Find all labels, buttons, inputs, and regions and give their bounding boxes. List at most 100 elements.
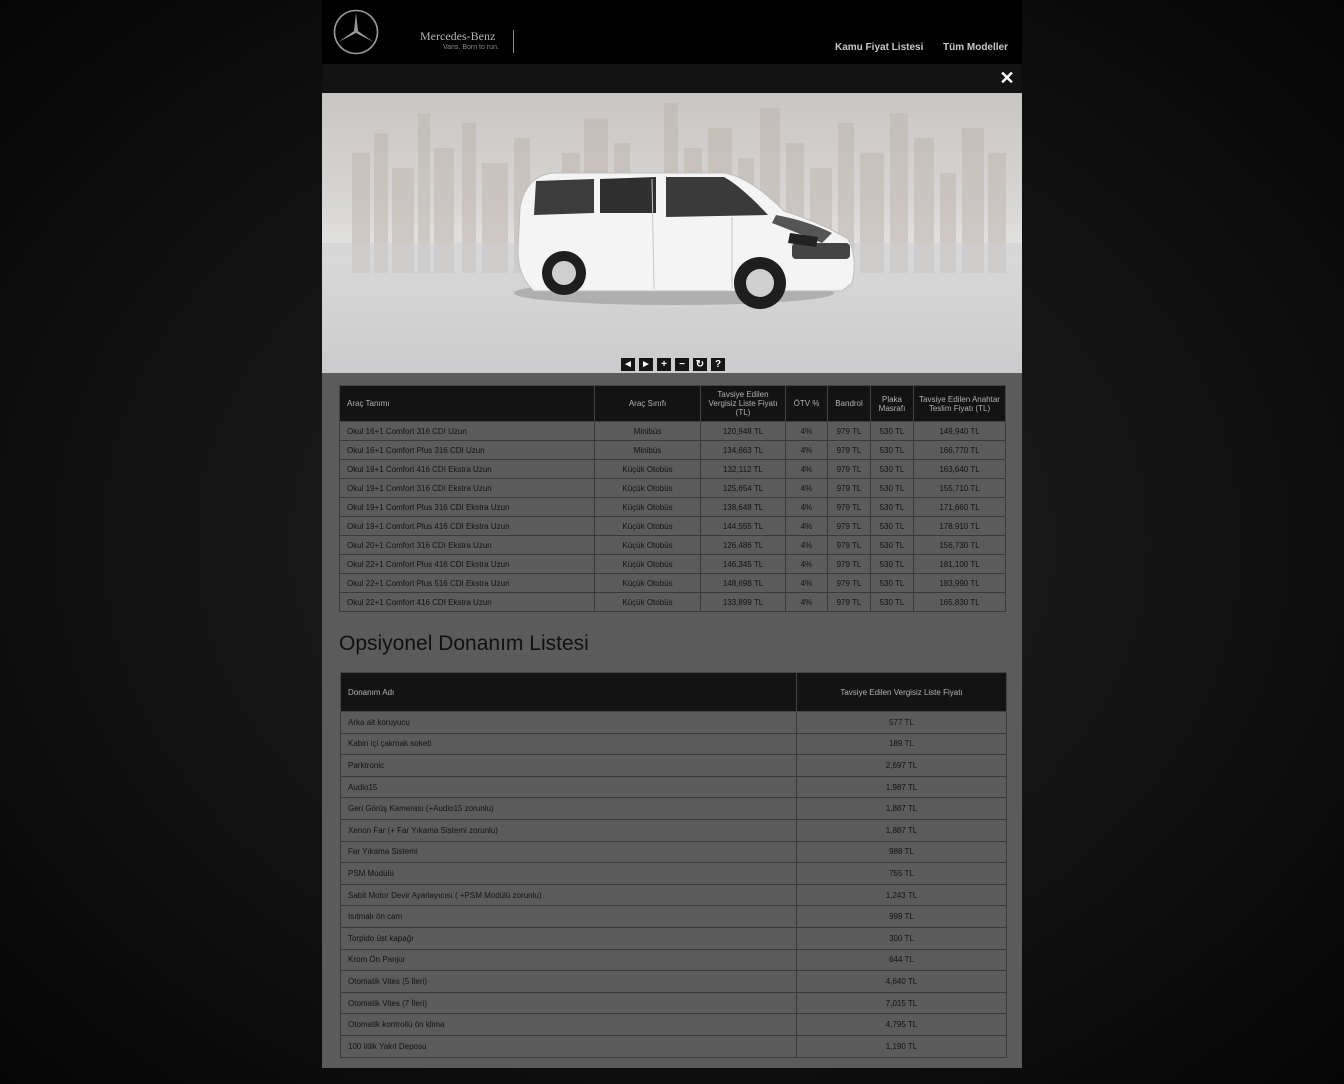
rotate-left-icon[interactable]: ◄ [621, 358, 635, 371]
cell-arac-sinifi: Küçük Otobüs [594, 573, 701, 593]
cell-donanim-fiyat: 1,243 TL [796, 883, 1007, 907]
options-title: Opsiyonel Donanım Listesi [339, 632, 589, 655]
cell-donanim-adi: Sabit Motor Devir Ayarlayıcısı ( +PSM Mo… [340, 883, 797, 907]
cell-arac-sinifi: Küçük Otobüs [594, 478, 701, 498]
cell-liste-fiyati: 132,112 TL [700, 459, 786, 479]
cell-arac-sinifi: Küçük Otobüs [594, 592, 701, 612]
header-liste-fiyati: Tavsiye Edilen Vergisiz Liste Fiyatı (TL… [700, 385, 786, 422]
list-item: Geri Görüş Kamerası (+Audio15 zorunlu) 1,… [340, 797, 1007, 820]
cell-plaka-masrafi: 530 TL [870, 535, 914, 555]
zoom-out-icon[interactable]: − [675, 358, 689, 371]
table-row: Okul 22+1 Comfort 416 CDI Ekstra Uzun Küç… [339, 592, 1006, 612]
cell-bandrol: 979 TL [827, 459, 871, 479]
cell-plaka-masrafi: 530 TL [870, 421, 914, 441]
list-item: Arka alt koruyucu 577 TL [340, 711, 1007, 734]
close-icon[interactable]: ✕ [998, 69, 1016, 87]
list-item: Torpido üst kapağı 300 TL [340, 926, 1007, 950]
list-item: Far Yıkama Sistemi 988 TL [340, 840, 1007, 864]
list-item: PSM Modülü 755 TL [340, 862, 1007, 885]
cell-liste-fiyati: 134,663 TL [700, 440, 786, 460]
cell-donanim-adi: Krom Ön Panjur [340, 948, 797, 972]
reset-icon[interactable]: ↻ [693, 358, 707, 371]
zoom-in-icon[interactable]: + [657, 358, 671, 371]
cell-donanim-fiyat: 577 TL [796, 711, 1007, 734]
list-item: Otomatik Vites (5 İleri) 4,640 TL [340, 970, 1007, 993]
cell-otv: 4% [785, 573, 828, 593]
brand-tagline: Vans. Born to run. [443, 44, 499, 51]
cell-arac-tanimi: Okul 19+1 Comfort Plus 316 CDI Ekstra Uz… [339, 497, 595, 517]
cell-donanim-adi: Otomatik Vites (5 İleri) [340, 970, 797, 993]
rotate-right-icon[interactable]: ► [639, 358, 653, 371]
cell-donanim-adi: Far Yıkama Sistemi [340, 840, 797, 864]
cell-otv: 4% [785, 516, 828, 536]
list-item: Audio15 1,987 TL [340, 775, 1007, 799]
cell-anahtar-teslim: 171,660 TL [913, 497, 1006, 517]
cell-plaka-masrafi: 530 TL [870, 592, 914, 612]
brand-name[interactable]: Mercedes-Benz [420, 29, 495, 44]
cell-plaka-masrafi: 530 TL [870, 516, 914, 536]
cell-arac-tanimi: Okul 16+1 Comfort Plus 316 CDI Uzun [339, 440, 595, 460]
vehicle-360-viewer[interactable]: ◄ ► + − ↻ ? [322, 93, 1022, 373]
cell-donanim-adi: Isıtmalı ön cam [340, 905, 797, 928]
table-row: Okul 19+1 Comfort Plus 316 CDI Ekstra Uz… [339, 497, 1006, 517]
header-arac-tanimi: Araç Tanımı [339, 385, 595, 422]
cell-bandrol: 979 TL [827, 516, 871, 536]
cell-liste-fiyati: 126,486 TL [700, 535, 786, 555]
mercedes-star-logo[interactable] [333, 9, 379, 55]
cell-arac-sinifi: Küçük Otobüs [594, 516, 701, 536]
cell-liste-fiyati: 144,555 TL [700, 516, 786, 536]
cell-liste-fiyati: 148,698 TL [700, 573, 786, 593]
cell-donanim-fiyat: 7,015 TL [796, 991, 1007, 1015]
cell-anahtar-teslim: 165,830 TL [913, 592, 1006, 612]
cell-anahtar-teslim: 166,770 TL [913, 440, 1006, 460]
cell-anahtar-teslim: 163,640 TL [913, 459, 1006, 479]
list-item: Krom Ön Panjur 644 TL [340, 948, 1007, 972]
vehicle-image [322, 103, 1022, 373]
cell-bandrol: 979 TL [827, 421, 871, 441]
cell-donanim-adi: Otomatik Vites (7 İleri) [340, 991, 797, 1015]
nav-kamu-fiyat-listesi[interactable]: Kamu Fiyat Listesi [835, 42, 923, 53]
cell-otv: 4% [785, 497, 828, 517]
cell-donanim-fiyat: 4,795 TL [796, 1013, 1007, 1036]
cell-anahtar-teslim: 156,730 TL [913, 535, 1006, 555]
cell-otv: 4% [785, 554, 828, 574]
header-anahtar-teslim: Tavsiye Edilen Anahtar Teslim Fiyatı (TL… [913, 385, 1006, 422]
price-table: Araç Tanımı Araç Sınıfı Tavsiye Edilen V… [339, 385, 1006, 612]
cell-donanim-adi: Geri Görüş Kamerası (+Audio15 zorunlu) [340, 797, 797, 820]
cell-bandrol: 979 TL [827, 554, 871, 574]
header-arac-sinifi: Araç Sınıfı [594, 385, 701, 422]
cell-donanim-fiyat: 300 TL [796, 926, 1007, 950]
cell-donanim-adi: Arka alt koruyucu [340, 711, 797, 734]
cell-bandrol: 979 TL [827, 573, 871, 593]
cell-donanim-fiyat: 4,640 TL [796, 970, 1007, 993]
table-row: Okul 19+1 Comfort 416 CDI Ekstra Uzun Küç… [339, 459, 1006, 479]
list-item: Parktronic 2,697 TL [340, 754, 1007, 777]
cell-otv: 4% [785, 459, 828, 479]
list-item: Otomatik kontrollü ön klima 4,795 TL [340, 1013, 1007, 1036]
modal-header: ✕ [322, 64, 1022, 93]
cell-donanim-adi: Otomatik kontrollü ön klima [340, 1013, 797, 1036]
list-item: Sabit Motor Devir Ayarlayıcısı ( +PSM Mo… [340, 883, 1007, 907]
cell-donanim-fiyat: 1,190 TL [796, 1034, 1007, 1058]
cell-donanim-fiyat: 988 TL [796, 840, 1007, 864]
cell-otv: 4% [785, 592, 828, 612]
table-row: Okul 16+1 Comfort Plus 316 CDI Uzun Minib… [339, 440, 1006, 460]
cell-bandrol: 979 TL [827, 497, 871, 517]
header-donanim-fiyat: Tavsiye Edilen Vergisiz Liste Fiyatı [796, 672, 1007, 712]
nav-tum-modeller[interactable]: Tüm Modeller [943, 42, 1008, 53]
cell-anahtar-teslim: 155,710 TL [913, 478, 1006, 498]
cell-otv: 4% [785, 535, 828, 555]
cell-arac-tanimi: Okul 16+1 Comfort 316 CDI Uzun [339, 421, 595, 441]
header-plaka-masrafi: Plaka Masrafı [870, 385, 914, 422]
list-item: Otomatik Vites (7 İleri) 7,015 TL [340, 991, 1007, 1015]
cell-donanim-adi: 100 litlik Yakıt Deposu [340, 1034, 797, 1058]
header-bandrol: Bandrol [827, 385, 871, 422]
cell-arac-tanimi: Okul 19+1 Comfort 416 CDI Ekstra Uzun [339, 459, 595, 479]
help-icon[interactable]: ? [711, 358, 725, 371]
cell-arac-tanimi: Okul 22+1 Comfort 416 CDI Ekstra Uzun [339, 592, 595, 612]
cell-plaka-masrafi: 530 TL [870, 440, 914, 460]
cell-anahtar-teslim: 178,910 TL [913, 516, 1006, 536]
cell-arac-sinifi: Minibüs [594, 440, 701, 460]
table-row: Okul 16+1 Comfort 316 CDI Uzun Minibüs 120… [339, 421, 1006, 441]
list-item: Xenon Far (+ Far Yıkama Sistemi zorunlu)… [340, 818, 1007, 842]
